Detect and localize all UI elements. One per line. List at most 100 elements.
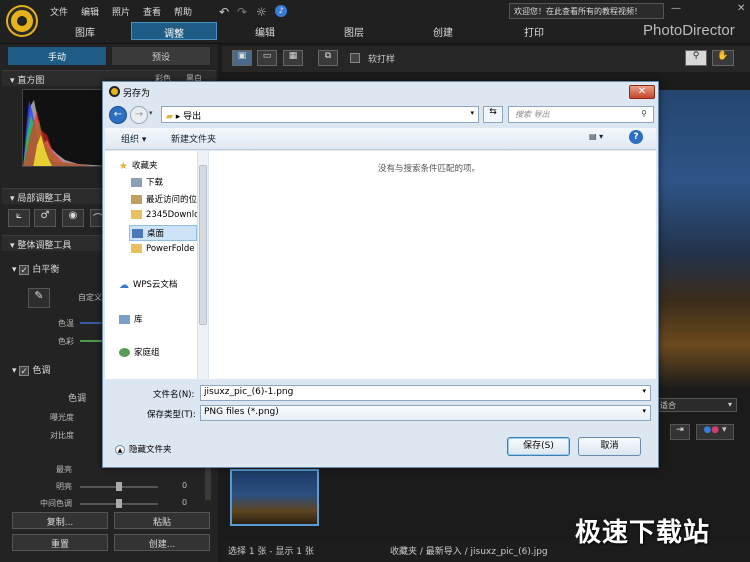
save-as-dialog: 另存为 ✕ ← → ▾ ▰ ▸ 导出 ▾ ⇆ 搜索 导出 ⚲ 组织 ▾ 新建文件夹 … (102, 81, 659, 468)
settings-gear-icon[interactable]: ☼ (256, 5, 267, 19)
help-icon[interactable]: ? (629, 130, 643, 144)
address-bar[interactable]: ▰ ▸ 导出 ▾ (161, 106, 479, 123)
menu-edit[interactable]: 编辑 (81, 5, 99, 18)
chevron-down-icon: ▾ (727, 400, 732, 409)
scrollbar-thumb[interactable] (199, 165, 207, 325)
history-dropdown-icon[interactable]: ▾ (149, 109, 153, 117)
library-icon (119, 315, 130, 324)
midtone-value: 0 (182, 498, 188, 507)
contrast-label: 对比度 (50, 431, 74, 440)
tone-checkbox[interactable]: ✓ (19, 365, 30, 377)
nav-desktop[interactable]: 桌面 (129, 225, 197, 241)
save-button[interactable]: 保存(S) (507, 437, 570, 456)
undo-icon[interactable]: ↶ (219, 5, 229, 19)
tint-label: 色彩 (58, 337, 74, 346)
hide-folders-toggle[interactable]: ▲ 隐藏文件夹 (115, 443, 172, 455)
grid-view-icon[interactable]: ▦ (283, 50, 303, 66)
view-options-icon[interactable]: ▤ ▾ (589, 132, 603, 141)
download-folder-icon (131, 178, 142, 187)
loupe-view-icon[interactable]: ▣ (232, 50, 252, 66)
tint-slider[interactable] (80, 340, 102, 342)
tone-section[interactable]: ▾ ✓ 色调 (12, 363, 50, 377)
nav-favorites[interactable]: ★ 收藏夹 (119, 159, 199, 171)
filename-label: 文件名(N): (153, 390, 195, 400)
paste-button[interactable]: 粘贴 (114, 512, 210, 529)
tab-library[interactable]: 图库 (56, 22, 114, 40)
spot-removal-tool-icon[interactable]: ♂ (34, 209, 56, 227)
red-eye-tool-icon[interactable]: ◉ (62, 209, 84, 227)
second-display-icon[interactable]: ⧉ (318, 50, 338, 66)
collapse-triangle-icon: ▾ (12, 265, 20, 275)
file-list-pane[interactable] (209, 151, 656, 379)
temperature-slider[interactable] (80, 322, 102, 324)
nav-pane-scrollbar[interactable] (197, 151, 208, 379)
notification-bell-icon[interactable]: ♪ (275, 5, 287, 17)
compare-view-icon[interactable]: ▭ (257, 50, 277, 66)
white-balance-checkbox[interactable]: ✓ (19, 264, 30, 276)
exposure-label: 曝光度 (50, 413, 74, 422)
menu-help[interactable]: 帮助 (174, 5, 192, 18)
menu-file[interactable]: 文件 (50, 5, 68, 18)
folder-icon (131, 244, 142, 253)
pan-hand-icon[interactable]: ✋ (712, 50, 734, 66)
minimize-button[interactable]: — (671, 3, 681, 14)
tab-layers[interactable]: 图层 (325, 22, 383, 40)
crop-tool-icon[interactable]: ⟀ (8, 209, 30, 227)
copy-button[interactable]: 复制... (12, 512, 108, 529)
desktop-icon (132, 229, 143, 238)
site-watermark: 极速下载站 (575, 518, 711, 548)
selection-count: 选择 1 张 - 显示 1 张 (228, 547, 314, 557)
nav-2345downloads[interactable]: 2345Downlo (131, 210, 197, 220)
nav-downloads[interactable]: 下载 (131, 176, 197, 188)
cancel-button[interactable]: 取消 (578, 437, 641, 456)
nav-libraries[interactable]: 库 (119, 313, 199, 325)
nav-powerfolder[interactable]: PowerFolde (131, 244, 197, 254)
zoom-select[interactable]: 适合 ▾ (655, 398, 737, 412)
filetype-select[interactable]: PNG files (*.png) ▾ (200, 405, 651, 421)
window-close-button[interactable]: ✕ (737, 3, 745, 14)
nav-wps-cloud[interactable]: ☁ WPS云文档 (119, 278, 199, 290)
menu-photo[interactable]: 照片 (112, 5, 130, 18)
welcome-banner[interactable]: 欢迎您！在此查看所有的教程视频！ (509, 3, 664, 19)
organize-button[interactable]: 组织 ▾ (121, 132, 146, 145)
softproof-checkbox[interactable] (350, 53, 360, 63)
tab-presets[interactable]: 预设 (112, 47, 210, 65)
nav-homegroup[interactable]: 家庭组 (119, 346, 199, 358)
empty-search-message: 没有与搜索条件匹配的项。 (378, 164, 481, 174)
file-path: 收藏夹 / 最新导入 / jisuxz_pic_(6).jpg (390, 547, 548, 557)
eyedropper-icon[interactable]: ✎ (28, 288, 50, 308)
dialog-app-icon (109, 86, 120, 97)
menu-view[interactable]: 查看 (143, 5, 161, 18)
search-input[interactable]: 搜索 导出 ⚲ (508, 106, 654, 123)
filename-input[interactable]: jisuxz_pic_(6)-1.png ▾ (200, 385, 651, 401)
tab-print[interactable]: 打印 (505, 22, 563, 40)
main-photo[interactable] (656, 90, 750, 390)
back-arrow-icon[interactable]: ← (109, 106, 127, 124)
new-folder-button[interactable]: 新建文件夹 (171, 132, 216, 145)
white-balance-section[interactable]: ▾ ✓ 白平衡 (12, 262, 59, 276)
histogram (22, 89, 106, 167)
redo-icon[interactable]: ↷ (237, 5, 247, 19)
tab-adjust[interactable]: 调整 (131, 22, 217, 40)
midtone-label: 中间色调 (40, 499, 72, 508)
reset-button[interactable]: 重置 (12, 534, 108, 551)
export-icon[interactable]: ⇥ (670, 424, 690, 440)
filetype-label: 保存类型(T): (147, 410, 196, 420)
tab-edit[interactable]: 编辑 (236, 22, 294, 40)
nav-recent[interactable]: 最近访问的位 (131, 193, 197, 205)
color-label-icon[interactable]: ●● ▾ (696, 424, 734, 440)
tab-create[interactable]: 创建 (414, 22, 472, 40)
midtone-slider-thumb[interactable] (116, 499, 122, 508)
folder-icon (131, 210, 142, 219)
create-preset-button[interactable]: 创建... (114, 534, 210, 551)
zoom-magnifier-icon[interactable]: ⚲ (685, 50, 707, 66)
star-icon: ★ (119, 161, 128, 171)
filmstrip-thumbnail[interactable] (230, 469, 319, 526)
brightness-slider-thumb[interactable] (116, 482, 122, 491)
white-balance-preset[interactable]: 自定义 (78, 292, 102, 303)
dialog-close-button[interactable]: ✕ (629, 85, 655, 99)
tab-manual[interactable]: 手动 (8, 47, 106, 65)
search-icon: ⚲ (641, 109, 647, 118)
forward-arrow-icon[interactable]: → (130, 106, 148, 124)
refresh-icon[interactable]: ⇆ (483, 106, 503, 123)
